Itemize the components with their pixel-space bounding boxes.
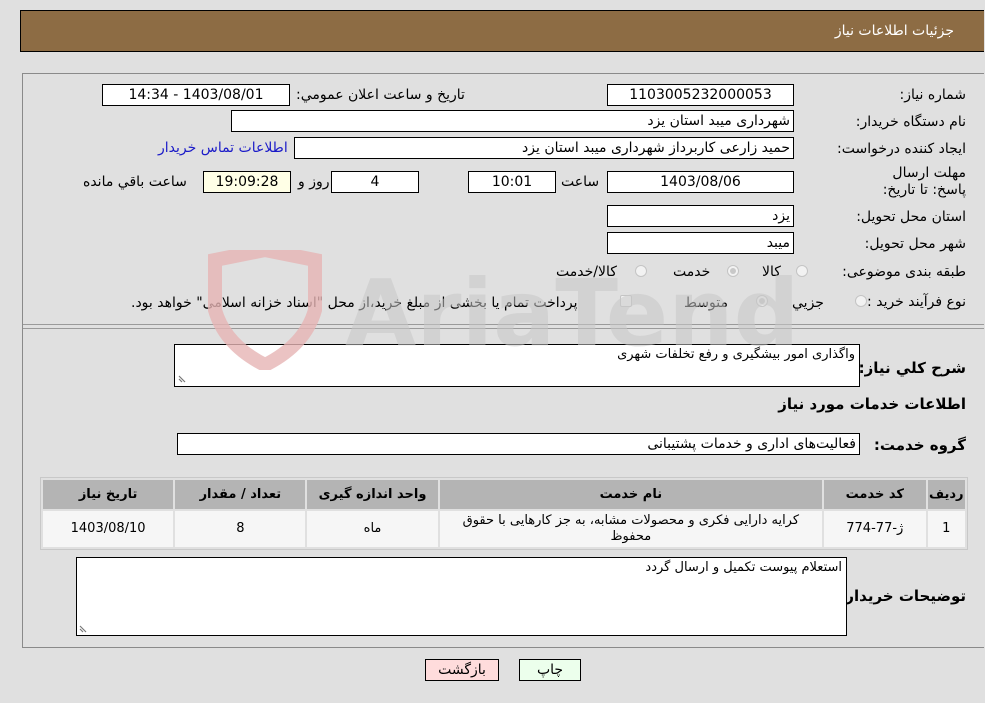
process-radio-minor[interactable] [855,295,867,307]
buyer-contact-link[interactable]: اطلاعات تماس خريدار [158,140,288,156]
resize-grip-icon[interactable] [78,623,88,633]
buyer-org-field[interactable]: شهرداری میبد استان یزد [231,110,794,132]
cell-service-code: ژ-77-774 [824,511,926,547]
services-table: ردیف کد خدمت نام خدمت واحد اندازه گیری ت… [40,477,968,550]
buyer-org-label: نام دستگاه خريدار: [855,114,966,130]
process-radio-medium[interactable] [756,295,768,307]
col-header-row-number: ردیف [927,480,965,509]
category-option-goods: کالا [762,264,781,280]
deadline-label: مهلت ارسال پاسخ: تا تاریخ: [882,165,966,198]
announce-datetime-label: تاریخ و ساعت اعلان عمومي: [296,87,465,103]
col-header-service-name: نام خدمت [439,480,823,509]
delivery-city-field[interactable]: میبد [607,232,794,254]
category-radio-goods-service[interactable] [635,265,647,277]
process-option-minor: جزيي [792,295,824,311]
cell-quantity: 8 [175,511,306,547]
cell-service-name: کرایه دارایی فکری و محصولات مشابه، به جز… [439,511,823,547]
divider [23,324,984,325]
table-header-row: ردیف کد خدمت نام خدمت واحد اندازه گیری ت… [43,480,965,509]
deadline-time-label: ساعت [561,174,600,190]
announce-datetime-field[interactable]: 1403/08/01 - 14:34 [102,84,290,106]
table-row: 1 ژ-77-774 کرایه دارایی فکری و محصولات م… [43,511,965,547]
divider [23,328,984,329]
resize-grip-icon[interactable] [177,373,187,383]
col-header-service-code: کد خدمت [824,480,926,509]
cell-row-number: 1 [927,511,965,547]
deadline-date-field[interactable]: 1403/08/06 [607,171,794,193]
delivery-province-field[interactable]: یزد [607,205,794,227]
page-title: جزئیات اطلاعات نیاز [834,23,954,39]
remaining-days-label: روز و [298,174,330,190]
col-header-quantity: تعداد / مقدار [175,480,306,509]
service-group-label: گروه خدمت: [873,436,966,454]
print-button[interactable]: چاپ [519,659,581,681]
treasury-checkbox[interactable] [620,295,632,307]
requester-field[interactable]: حمید زارعی کاربرداز شهرداری میبد استان ی… [294,137,794,159]
general-description-label: شرح کلي نياز: [858,359,966,377]
category-option-service: خدمت [673,264,711,280]
requester-label: ايجاد کننده درخواست: [837,141,966,157]
deadline-time-field[interactable]: 10:01 [468,171,556,193]
remaining-days-field[interactable]: 4 [331,171,419,193]
category-label: طبقه بندی موضوعی: [842,264,966,280]
col-header-need-date: تاریخ نیاز [43,480,174,509]
need-number-field[interactable]: 1103005232000053 [607,84,794,106]
remaining-time-field: 19:09:28 [203,171,291,193]
back-button[interactable]: بازگشت [425,659,499,681]
cell-unit: ماه [307,511,438,547]
need-details-panel: شماره نیاز: 1103005232000053 تاریخ و ساع… [22,73,984,648]
general-description-textarea[interactable]: واگذاری امور بیشگیری و رفع تخلفات شهری [174,344,860,387]
process-option-medium: متوسط [684,295,728,311]
delivery-province-label: استان محل تحویل: [856,209,966,225]
category-option-goods-service: کالا/خدمت [556,264,617,280]
cell-need-date: 1403/08/10 [43,511,174,547]
need-number-label: شماره نیاز: [899,87,967,103]
remaining-time-label: ساعت باقي مانده [83,174,187,190]
col-header-unit: واحد اندازه گیری [307,480,438,509]
category-radio-goods[interactable] [796,265,808,277]
buyer-notes-textarea[interactable]: استعلام پیوست تکمیل و ارسال گردد [76,557,847,636]
delivery-city-label: شهر محل تحویل: [864,236,966,252]
page-header: جزئیات اطلاعات نیاز [20,10,984,52]
treasury-note: پرداخت تمام یا بخشی از مبلغ خرید،از محل … [131,295,578,311]
buyer-notes-label: توضیحات خریدار: [839,587,966,605]
purchase-process-label: نوع فرآيند خريد : [867,294,966,310]
services-section-title: اطلاعات خدمات مورد نياز [778,395,966,413]
service-group-field[interactable]: فعالیت‌های اداری و خدمات پشتیبانی [177,433,860,455]
category-radio-service[interactable] [727,265,739,277]
